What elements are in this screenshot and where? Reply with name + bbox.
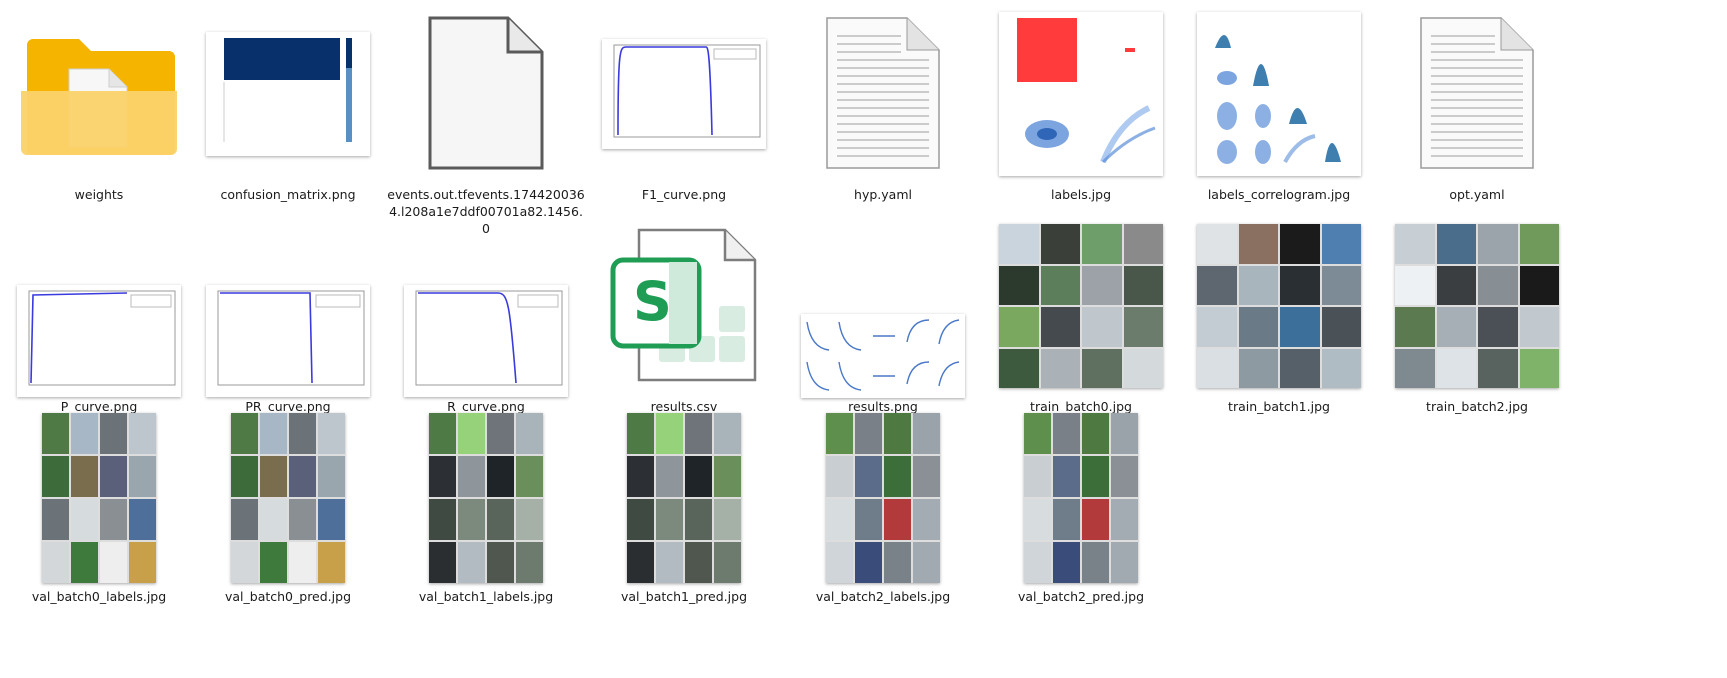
file-grid: weights confusion_matrix.png events.out.… <box>0 0 1727 678</box>
file-item-r-curve[interactable]: R_curve.png <box>387 218 585 433</box>
file-name: F1_curve.png <box>641 187 727 202</box>
image-thumbnail <box>1180 218 1378 394</box>
image-thumbnail <box>0 218 198 397</box>
folder-icon <box>0 6 198 182</box>
file-item-p-curve[interactable]: P_curve.png <box>0 218 198 433</box>
image-thumbnail <box>387 412 585 584</box>
file-item-weights[interactable]: weights <box>0 6 198 221</box>
file-name: labels.jpg <box>1050 187 1112 202</box>
image-thumbnail <box>982 412 1180 584</box>
image-thumbnail <box>1180 6 1378 182</box>
image-thumbnail <box>189 218 387 397</box>
image-thumbnail <box>982 218 1180 394</box>
file-item-train-batch0[interactable]: train_batch0.jpg <box>982 218 1180 433</box>
file-item-val-batch2-pred[interactable]: val_batch2_pred.jpg <box>982 412 1180 678</box>
image-thumbnail <box>189 412 387 584</box>
image-thumbnail <box>784 218 982 398</box>
file-item-hyp-yaml[interactable]: hyp.yaml <box>784 6 982 221</box>
file-item-results-png[interactable]: results.png <box>784 218 982 433</box>
file-item-results-csv[interactable]: S results.csv <box>585 218 783 433</box>
file-name: train_batch2.jpg <box>1426 399 1528 414</box>
file-item-labels[interactable]: labels.jpg <box>982 6 1180 221</box>
svg-text:S: S <box>633 270 672 333</box>
file-name: confusion_matrix.png <box>220 187 356 202</box>
image-thumbnail <box>585 6 783 182</box>
file-name: val_batch1_labels.jpg <box>418 589 554 604</box>
file-item-pr-curve[interactable]: PR_curve.png <box>189 218 387 433</box>
file-item-val-batch0-pred[interactable]: val_batch0_pred.jpg <box>189 412 387 678</box>
file-item-labels-correlogram[interactable]: labels_correlogram.jpg <box>1180 6 1378 221</box>
image-thumbnail <box>982 6 1180 182</box>
file-name: val_batch1_pred.jpg <box>620 589 747 604</box>
image-thumbnail <box>0 412 198 584</box>
file-item-confusion-matrix[interactable]: confusion_matrix.png <box>189 6 387 221</box>
generic-file-icon <box>387 6 585 182</box>
file-item-events[interactable]: events.out.tfevents.1744200364.l208a1e7d… <box>387 6 585 236</box>
file-name: train_batch1.jpg <box>1228 399 1330 414</box>
file-name: val_batch0_pred.jpg <box>224 589 351 604</box>
file-item-train-batch1[interactable]: train_batch1.jpg <box>1180 218 1378 433</box>
file-item-opt-yaml[interactable]: opt.yaml <box>1378 6 1576 221</box>
file-name: val_batch0_labels.jpg <box>31 589 167 604</box>
file-name: opt.yaml <box>1449 187 1505 202</box>
spreadsheet-icon: S <box>585 218 783 394</box>
file-item-val-batch1-labels[interactable]: val_batch1_labels.jpg <box>387 412 585 678</box>
file-item-val-batch2-labels[interactable]: val_batch2_labels.jpg <box>784 412 982 678</box>
file-name: labels_correlogram.jpg <box>1207 187 1351 202</box>
text-file-icon <box>1378 6 1576 182</box>
text-file-icon <box>784 6 982 182</box>
file-name: val_batch2_pred.jpg <box>1017 589 1144 604</box>
image-thumbnail <box>784 412 982 584</box>
file-item-val-batch0-labels[interactable]: val_batch0_labels.jpg <box>0 412 198 678</box>
file-item-f1-curve[interactable]: F1_curve.png <box>585 6 783 221</box>
file-item-val-batch1-pred[interactable]: val_batch1_pred.jpg <box>585 412 783 678</box>
image-thumbnail <box>585 412 783 584</box>
image-thumbnail <box>189 6 387 182</box>
image-thumbnail <box>387 218 585 397</box>
file-item-train-batch2[interactable]: train_batch2.jpg <box>1378 218 1576 433</box>
image-thumbnail <box>1378 218 1576 394</box>
file-name: weights <box>74 187 124 202</box>
file-name: val_batch2_labels.jpg <box>815 589 951 604</box>
file-name: hyp.yaml <box>854 187 912 202</box>
